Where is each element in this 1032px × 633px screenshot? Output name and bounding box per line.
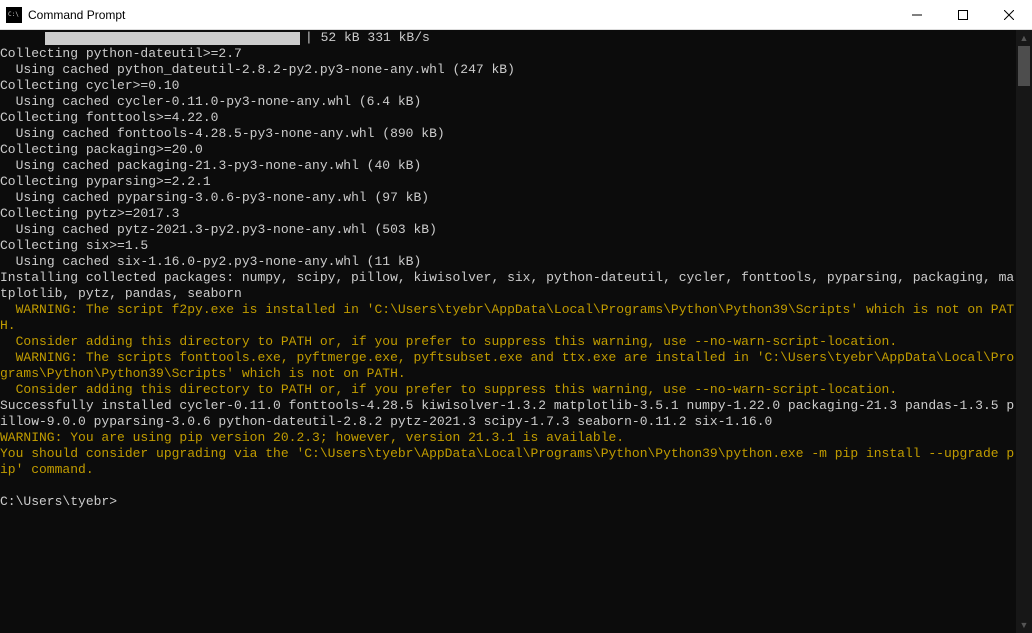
progress-line: | 52 kB 331 kB/s — [0, 30, 1016, 46]
terminal-output[interactable]: | 52 kB 331 kB/sCollecting python-dateut… — [0, 30, 1016, 633]
terminal-line — [0, 478, 1016, 494]
cmd-icon: C:\ — [6, 7, 22, 23]
terminal-line: Installing collected packages: numpy, sc… — [0, 270, 1016, 302]
terminal-line: Using cached packaging-21.3-py3-none-any… — [0, 158, 1016, 174]
terminal-line: Consider adding this directory to PATH o… — [0, 334, 1016, 350]
progress-bar — [45, 32, 300, 45]
terminal-line: Using cached cycler-0.11.0-py3-none-any.… — [0, 94, 1016, 110]
close-button[interactable] — [986, 0, 1032, 29]
terminal-line: Collecting cycler>=0.10 — [0, 78, 1016, 94]
terminal-line: Using cached python_dateutil-2.8.2-py2.p… — [0, 62, 1016, 78]
terminal-line: Using cached fonttools-4.28.5-py3-none-a… — [0, 126, 1016, 142]
scrollbar-thumb[interactable] — [1018, 46, 1030, 86]
window-controls — [894, 0, 1032, 29]
terminal-line: Collecting python-dateutil>=2.7 — [0, 46, 1016, 62]
terminal-line: You should consider upgrading via the 'C… — [0, 446, 1016, 478]
window-titlebar: C:\ Command Prompt — [0, 0, 1032, 30]
terminal-container: | 52 kB 331 kB/sCollecting python-dateut… — [0, 30, 1032, 633]
terminal-line: Using cached six-1.16.0-py2.py3-none-any… — [0, 254, 1016, 270]
terminal-line: Collecting six>=1.5 — [0, 238, 1016, 254]
window-title: Command Prompt — [28, 8, 894, 22]
terminal-line: WARNING: You are using pip version 20.2.… — [0, 430, 1016, 446]
terminal-line: Collecting packaging>=20.0 — [0, 142, 1016, 158]
scrollbar-down-button[interactable]: ▼ — [1016, 617, 1032, 633]
terminal-line: Using cached pytz-2021.3-py2.py3-none-an… — [0, 222, 1016, 238]
terminal-line: Consider adding this directory to PATH o… — [0, 382, 1016, 398]
progress-text: | 52 kB 331 kB/s — [305, 30, 430, 45]
scrollbar-up-button[interactable]: ▲ — [1016, 30, 1032, 46]
terminal-line: WARNING: The script f2py.exe is installe… — [0, 302, 1016, 334]
terminal-line: Collecting pytz>=2017.3 — [0, 206, 1016, 222]
terminal-line: Collecting pyparsing>=2.2.1 — [0, 174, 1016, 190]
terminal-line: C:\Users\tyebr> — [0, 494, 1016, 510]
terminal-line: WARNING: The scripts fonttools.exe, pyft… — [0, 350, 1016, 382]
terminal-line: Collecting fonttools>=4.22.0 — [0, 110, 1016, 126]
scrollbar[interactable]: ▲ ▼ — [1016, 30, 1032, 633]
terminal-line: Successfully installed cycler-0.11.0 fon… — [0, 398, 1016, 430]
svg-text:C:\: C:\ — [8, 11, 19, 18]
maximize-button[interactable] — [940, 0, 986, 29]
minimize-button[interactable] — [894, 0, 940, 29]
terminal-line: Using cached pyparsing-3.0.6-py3-none-an… — [0, 190, 1016, 206]
